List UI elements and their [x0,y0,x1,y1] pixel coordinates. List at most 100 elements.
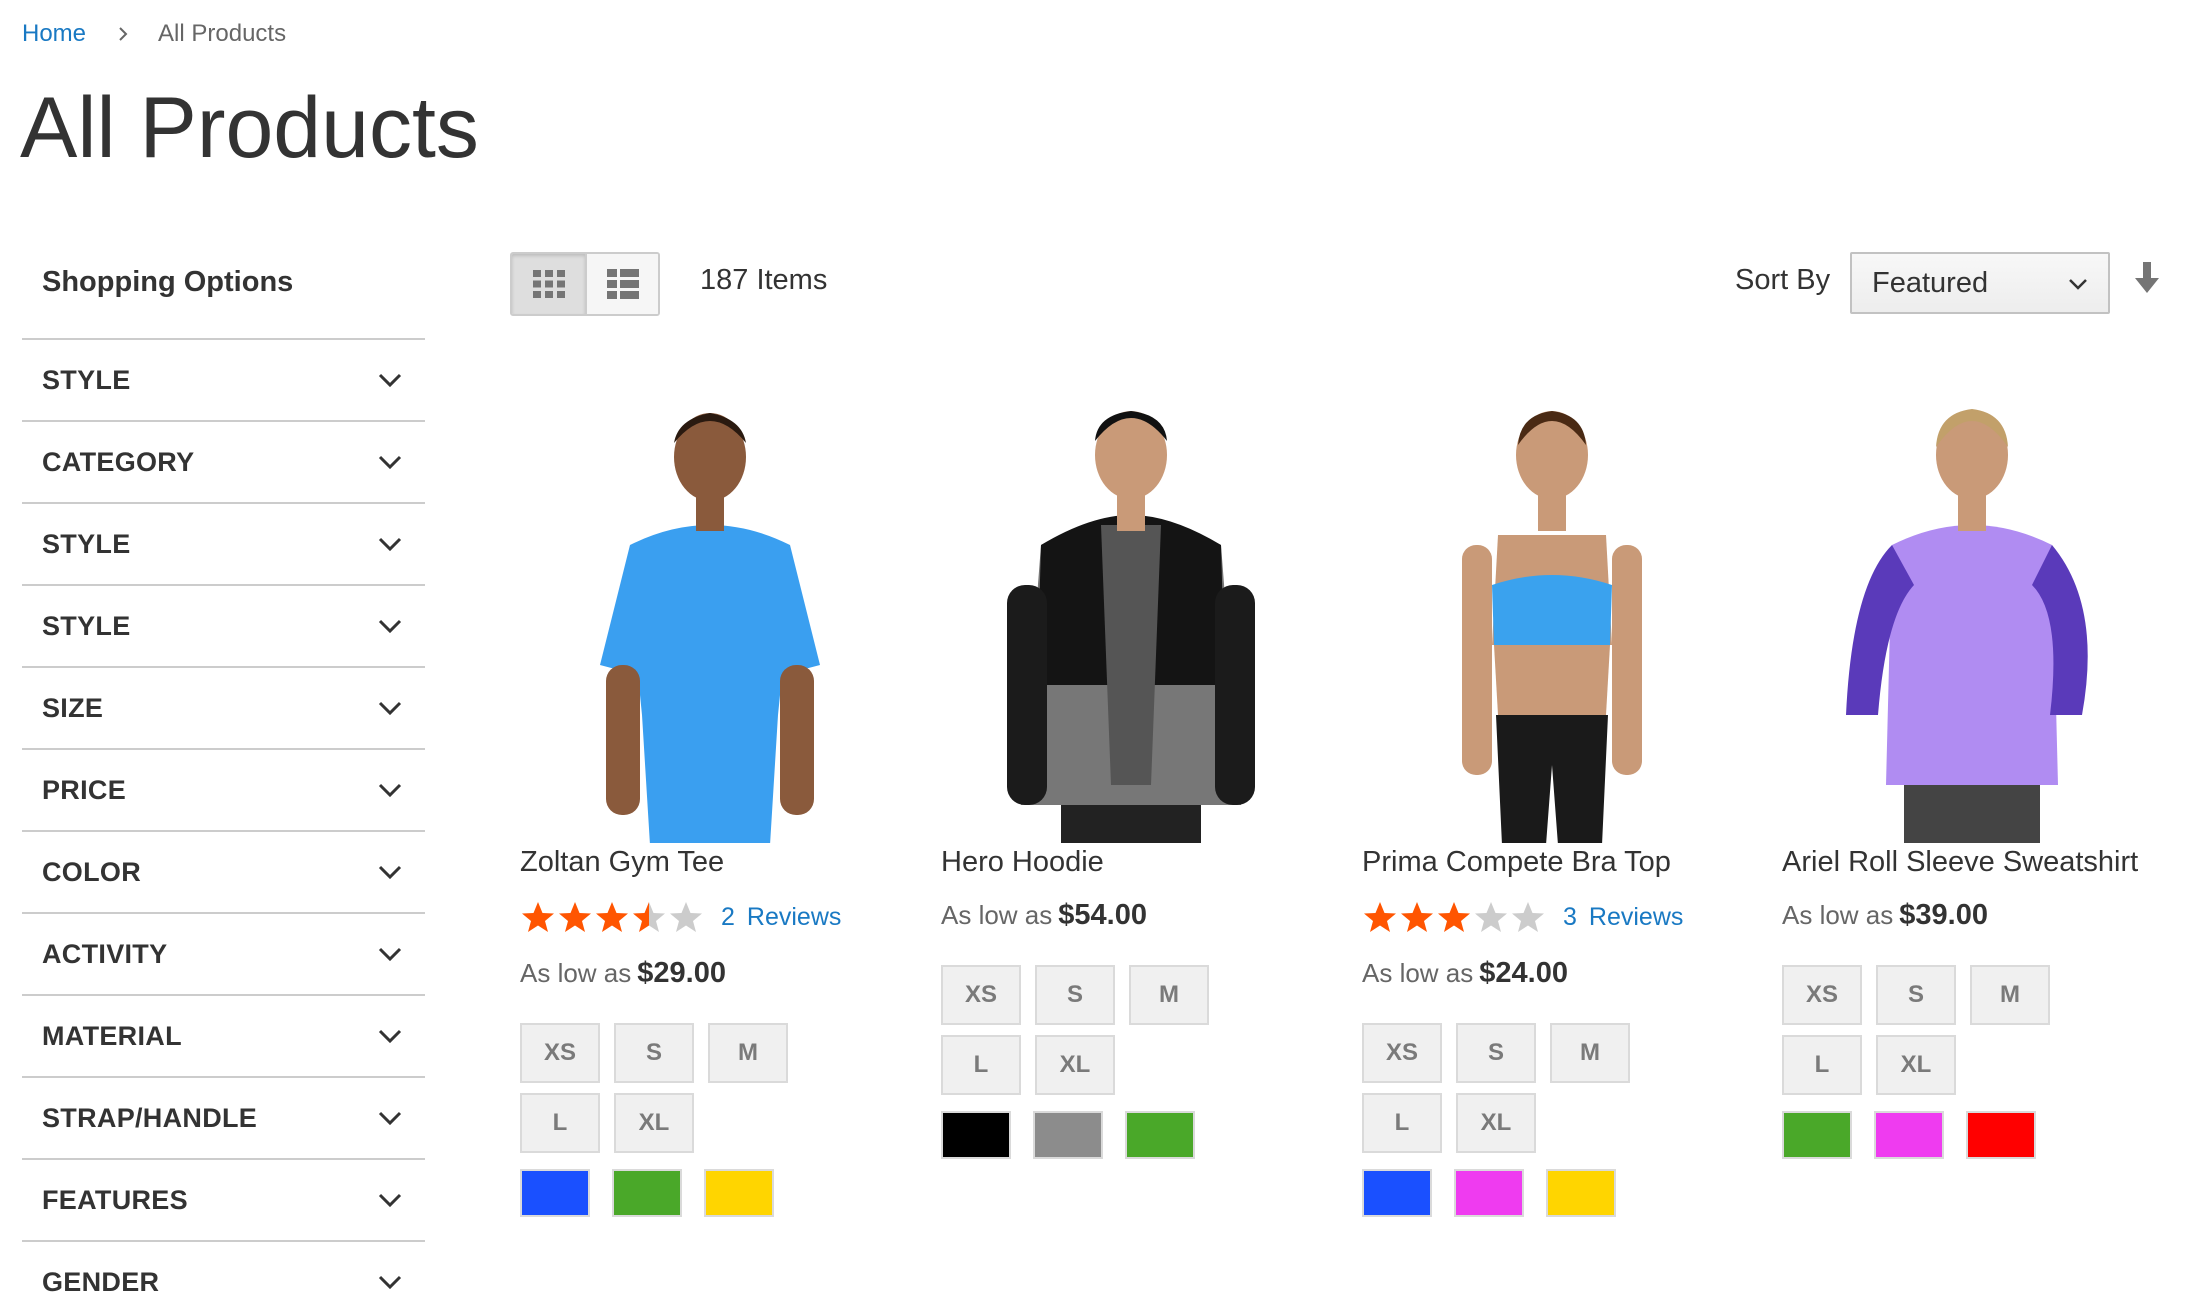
color-swatch[interactable] [704,1169,774,1217]
price-prefix: As low as [1782,900,1894,930]
list-icon [606,269,639,299]
size-swatches: XS S M L XL [520,1023,810,1163]
rating-stars [1362,900,1547,934]
size-swatches: XS S M L XL [1362,1023,1652,1163]
filter-size[interactable]: SIZE [22,668,425,750]
size-swatch-m[interactable]: M [708,1023,788,1083]
reviews-link[interactable]: 2 Reviews [721,903,841,932]
color-swatch[interactable] [1362,1169,1432,1217]
size-swatch-xl[interactable]: XL [1456,1093,1536,1153]
size-swatch-xl[interactable]: XL [614,1093,694,1153]
price-value: $24.00 [1479,957,1568,989]
price-box: As low as $39.00 [1782,895,2162,935]
list-view-button[interactable] [585,254,658,314]
star-icon [596,902,628,932]
filter-category[interactable]: CATEGORY [22,422,425,504]
reviews-link[interactable]: 3 Reviews [1563,903,1683,932]
sort-by-select[interactable]: Featured [1850,252,2110,314]
color-swatch[interactable] [1125,1111,1195,1159]
size-swatch-m[interactable]: M [1129,965,1209,1025]
rating-stars [520,900,705,934]
product-image[interactable] [1362,385,1742,845]
size-swatch-l[interactable]: L [1362,1093,1442,1153]
color-swatch[interactable] [520,1169,590,1217]
product-rating: 2 Reviews [520,895,900,939]
filter-label: PRICE [42,774,127,805]
filter-style[interactable]: STYLE [22,504,425,586]
price-prefix: As low as [1362,958,1474,988]
size-swatch-s[interactable]: S [1035,965,1115,1025]
product-name-link[interactable]: Zoltan Gym Tee [520,843,900,881]
filter-gender[interactable]: GENDER [22,1242,425,1315]
filter-style[interactable]: STYLE [22,340,425,422]
price-box: As low as $29.00 [520,953,900,993]
color-swatch[interactable] [1966,1111,2036,1159]
size-swatch-xs[interactable]: XS [520,1023,600,1083]
breadcrumb-home-link[interactable]: Home [22,20,86,48]
size-swatch-xs[interactable]: XS [1782,965,1862,1025]
product-name-link[interactable]: Ariel Roll Sleeve Sweatshirt [1782,843,2162,881]
chevron-down-icon [378,537,402,552]
color-swatches [1362,1169,1742,1217]
filter-label: STYLE [42,364,131,395]
size-swatch-s[interactable]: S [1456,1023,1536,1083]
filter-label: STRAP/HANDLE [42,1102,258,1133]
star-icon [559,902,591,932]
filter-label: STYLE [42,528,131,559]
chevron-down-icon [378,865,402,880]
size-swatch-m[interactable]: M [1550,1023,1630,1083]
shopping-options-sidebar: Shopping Options STYLE CATEGORY STYLE STYLE… [22,262,425,1315]
filter-material[interactable]: MATERIAL [22,996,425,1078]
color-swatch[interactable] [1782,1111,1852,1159]
product-name-link[interactable]: Prima Compete Bra Top [1362,843,1742,881]
chevron-down-icon [378,455,402,470]
color-swatch[interactable] [612,1169,682,1217]
color-swatch[interactable] [1874,1111,1944,1159]
product-image[interactable] [520,385,900,845]
filter-label: SIZE [42,692,104,723]
filter-label: MATERIAL [42,1020,182,1051]
color-swatches [520,1169,900,1217]
product-image[interactable] [941,385,1321,845]
filter-activity[interactable]: ACTIVITY [22,914,425,996]
size-swatch-s[interactable]: S [614,1023,694,1083]
color-swatches [1782,1111,2162,1159]
size-swatch-xs[interactable]: XS [1362,1023,1442,1083]
product-grid: Zoltan Gym Tee 2 Reviews As low as $29.00 XS S… [520,385,2160,1315]
review-label: Reviews [746,902,842,931]
size-swatch-xl[interactable]: XL [1876,1035,1956,1095]
product-card: Hero Hoodie As low as $54.00 XS S M L XL [941,385,1321,1159]
review-count: 2 [721,902,735,931]
color-swatch[interactable] [1033,1111,1103,1159]
size-swatch-xs[interactable]: XS [941,965,1021,1025]
price-value: $29.00 [637,957,726,989]
grid-view-button[interactable] [512,254,585,314]
color-swatch[interactable] [941,1111,1011,1159]
size-swatch-l[interactable]: L [1782,1035,1862,1095]
page-title: All Products [20,80,479,176]
filter-style[interactable]: STYLE [22,586,425,668]
products-toolbar: 187 Items Sort By Featured [510,252,2160,316]
filter-price[interactable]: PRICE [22,750,425,832]
filter-label: FEATURES [42,1184,188,1215]
product-name-link[interactable]: Hero Hoodie [941,843,1321,881]
filter-label: GENDER [42,1266,160,1297]
filter-label: COLOR [42,856,141,887]
chevron-down-icon [378,1275,402,1290]
review-label: Reviews [1588,902,1684,931]
size-swatch-l[interactable]: L [941,1035,1021,1095]
arrow-down-icon[interactable] [2134,262,2160,294]
size-swatch-m[interactable]: M [1970,965,2050,1025]
review-count: 3 [1563,902,1577,931]
filter-color[interactable]: COLOR [22,832,425,914]
size-swatch-xl[interactable]: XL [1035,1035,1115,1095]
size-swatch-l[interactable]: L [520,1093,600,1153]
product-image[interactable] [1782,385,2162,845]
chevron-down-icon [378,1193,402,1208]
color-swatch[interactable] [1454,1169,1524,1217]
color-swatch[interactable] [1546,1169,1616,1217]
size-swatch-s[interactable]: S [1876,965,1956,1025]
model-gray-hoodie-image [1007,411,1255,845]
filter-strap-handle[interactable]: STRAP/HANDLE [22,1078,425,1160]
filter-features[interactable]: FEATURES [22,1160,425,1242]
